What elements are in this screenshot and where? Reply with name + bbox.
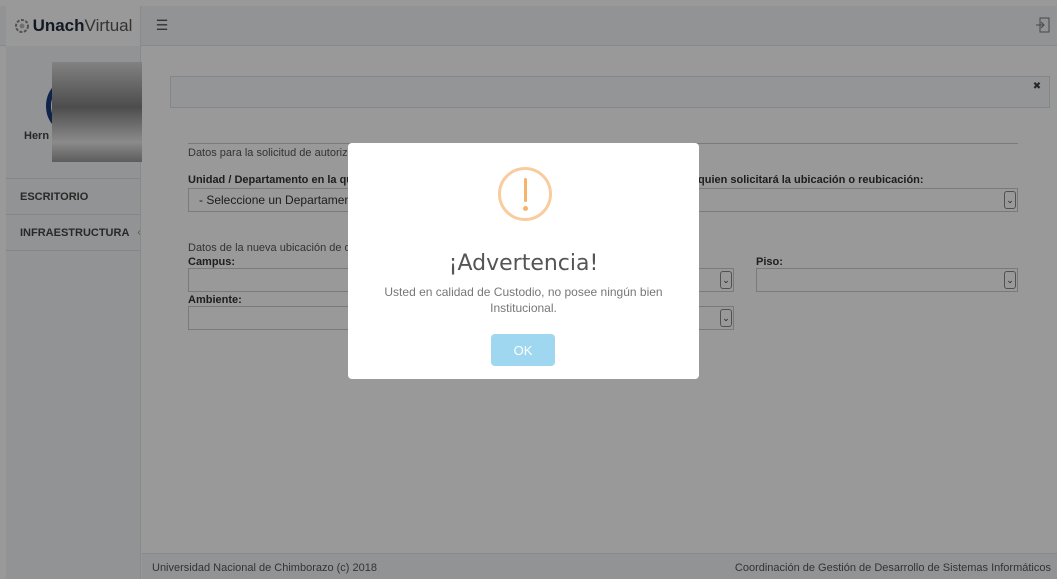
modal-overlay[interactable]: ¡Advertencia! Usted en calidad de Custod…: [0, 0, 1057, 579]
warning-dialog: ¡Advertencia! Usted en calidad de Custod…: [348, 143, 699, 379]
warning-icon: [498, 167, 552, 221]
dialog-title: ¡Advertencia!: [448, 251, 599, 276]
ok-button[interactable]: OK: [491, 334, 555, 366]
warning-icon-bar: [523, 178, 527, 202]
warning-icon-dot: [522, 206, 528, 211]
dialog-message: Usted en calidad de Custodio, no posee n…: [384, 285, 663, 315]
